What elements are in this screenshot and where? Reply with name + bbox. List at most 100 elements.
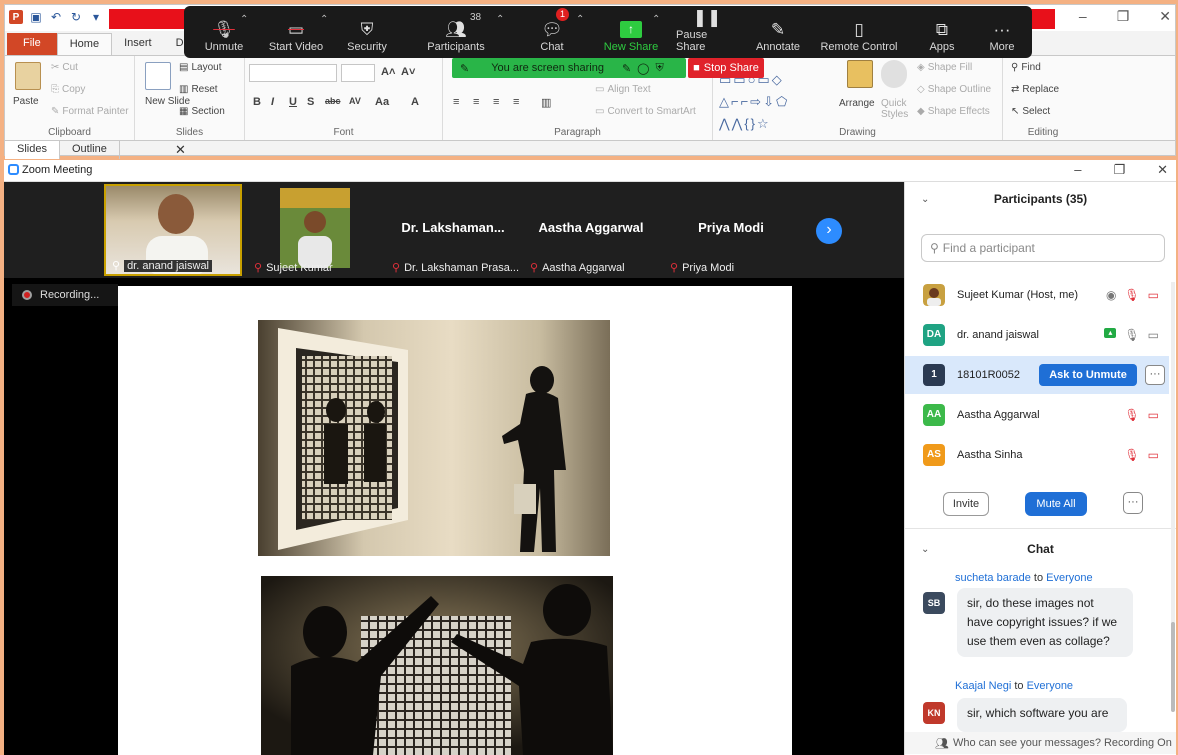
zoom-meeting-window: Zoom Meeting – ❐ ✕ ⚲ dr. anand jaiswal ⚲ S… — [4, 160, 1176, 755]
video-tile[interactable]: Priya Modi ⚲ Priya Modi — [664, 184, 798, 276]
justify-icon[interactable]: ≡ — [513, 96, 519, 108]
select-button[interactable]: ↖ Select — [1011, 106, 1050, 117]
tab-outline[interactable]: Outline — [60, 141, 120, 159]
ask-to-unmute-button[interactable]: Ask to Unmute — [1039, 364, 1137, 386]
layout-button[interactable]: ▤ Layout — [179, 62, 221, 73]
save-icon[interactable]: ▣ — [29, 10, 43, 24]
undo-icon[interactable]: ↶ — [49, 10, 63, 24]
pin-icon[interactable]: ✎ — [622, 62, 631, 75]
restore-icon[interactable]: ❐ — [1117, 8, 1130, 25]
columns-icon[interactable]: ▥ — [541, 96, 551, 109]
close-icon[interactable]: ✕ — [1159, 8, 1171, 25]
tab-file[interactable]: File — [7, 33, 57, 55]
align-right-icon[interactable]: ≡ — [493, 96, 499, 108]
apps-button[interactable]: ⧉ Apps — [922, 6, 962, 58]
quick-styles-button[interactable]: Quick Styles — [881, 98, 911, 120]
section-button[interactable]: ▦ Section — [179, 106, 225, 117]
font-name-combo[interactable] — [249, 64, 337, 82]
start-video-button[interactable]: ▭ Start Video — [266, 6, 326, 58]
annotate-button[interactable]: ✎ Annotate — [752, 6, 804, 58]
pause-share-button[interactable]: ❚❚ Pause Share — [676, 6, 738, 58]
close-icon[interactable]: ✕ — [1157, 162, 1168, 178]
quick-styles-icon[interactable] — [881, 60, 907, 88]
video-tile[interactable]: Aastha Aggarwal ⚲ Aastha Aggarwal — [524, 184, 658, 276]
mute-all-button[interactable]: Mute All — [1025, 492, 1087, 516]
more-options-button[interactable]: ··· — [1123, 492, 1143, 514]
invite-button[interactable]: Invite — [943, 492, 989, 516]
shapes-gallery-row2[interactable]: △⌐⌐⇨⇩⬠ — [719, 94, 789, 110]
scrollbar-thumb[interactable] — [1171, 622, 1175, 712]
participant-row[interactable]: DA dr. anand jaiswal ▴ 🎙︎ ▭ — [905, 316, 1169, 354]
shadow-icon[interactable]: S — [307, 96, 314, 108]
find-button[interactable]: ⚲ Find — [1011, 62, 1041, 73]
paste-button[interactable]: Paste — [13, 96, 39, 107]
video-tile[interactable]: ⚲ dr. anand jaiswal — [104, 184, 242, 276]
tab-insert[interactable]: Insert — [112, 33, 164, 55]
participant-row[interactable]: AA Aastha Aggarwal 🎙︎ ▭ — [905, 396, 1169, 434]
pencil-icon: ✎ — [770, 20, 786, 39]
mic-muted-icon: ⚲ — [530, 262, 539, 274]
align-left-icon[interactable]: ≡ — [453, 96, 459, 108]
more-options-button[interactable]: ··· — [1145, 365, 1165, 385]
reset-button[interactable]: ▥ Reset — [179, 84, 218, 95]
stop-share-button[interactable]: ■ Stop Share — [688, 58, 764, 78]
char-spacing-icon[interactable]: AV — [349, 96, 361, 106]
font-color-icon[interactable]: A — [411, 96, 419, 108]
chevron-down-icon[interactable]: ⌃ — [652, 14, 660, 25]
restore-icon[interactable]: ❐ — [1113, 162, 1125, 178]
shape-fill-button[interactable]: ◈ Shape Fill — [917, 62, 972, 73]
new-slide-icon[interactable] — [145, 62, 171, 90]
pause-icon: ❚❚ — [692, 8, 722, 27]
more-button[interactable]: ··· More — [982, 6, 1022, 58]
participant-status-icons: 🎙︎ ▭ — [1124, 408, 1159, 422]
next-page-arrow-icon[interactable]: › — [816, 218, 842, 244]
format-painter-button[interactable]: ✎ Format Painter — [51, 106, 129, 117]
video-icon: ▭ — [1147, 328, 1159, 342]
participant-row[interactable]: AS Aastha Sinha 🎙︎ ▭ — [905, 436, 1169, 474]
recording-indicator[interactable]: Recording... — [12, 284, 118, 306]
customize-qat-icon[interactable]: ▾ — [89, 10, 103, 24]
font-size-combo[interactable] — [341, 64, 375, 82]
underline-icon[interactable]: U — [289, 96, 297, 108]
participant-search-input[interactable]: ⚲ Find a participant — [921, 234, 1165, 262]
message-sender[interactable]: sucheta barade — [955, 572, 1031, 584]
shape-effects-button[interactable]: ◆ Shape Effects — [917, 106, 990, 117]
close-pane-icon[interactable]: ✕ — [175, 142, 186, 158]
minimize-icon[interactable]: – — [1074, 162, 1081, 178]
redo-icon[interactable]: ↻ — [69, 10, 83, 24]
message-sender[interactable]: Kaajal Negi — [955, 680, 1011, 692]
video-tile[interactable]: ⚲ Sujeet Kumar — [248, 184, 382, 276]
tab-home[interactable]: Home — [56, 33, 113, 55]
chevron-down-icon[interactable]: ⌃ — [496, 14, 504, 25]
align-text-button[interactable]: ▭ Align Text — [595, 84, 651, 95]
section-icon: ▦ — [179, 106, 189, 117]
change-case-icon[interactable]: Aa — [375, 96, 389, 108]
minimize-icon[interactable]: – — [1079, 8, 1087, 25]
grow-font-icon[interactable]: A˄ — [381, 66, 395, 78]
strikethrough-icon[interactable]: abc — [325, 96, 341, 106]
convert-smartart-button[interactable]: ▭ Convert to SmartArt — [595, 106, 696, 117]
chevron-down-icon[interactable]: ⌃ — [240, 14, 248, 25]
video-tile[interactable]: Dr. Lakshaman... ⚲ Dr. Lakshaman Prasa... — [386, 184, 520, 276]
shield-icon[interactable]: ⛨ — [655, 62, 663, 75]
participant-row-selected[interactable]: 1 18101R0052 Ask to Unmute ··· — [905, 356, 1169, 394]
replace-button[interactable]: ⇄ Replace — [1011, 84, 1059, 95]
shape-outline-button[interactable]: ◇ Shape Outline — [917, 84, 991, 95]
arrange-button[interactable]: Arrange — [839, 98, 875, 109]
italic-icon[interactable]: I — [271, 96, 274, 108]
participant-row[interactable]: Sujeet Kumar (Host, me) ◉ 🎙︎ ▭ — [905, 276, 1169, 314]
chevron-down-icon[interactable]: ⌃ — [320, 14, 328, 25]
info-icon[interactable]: ◯ — [637, 62, 649, 75]
align-center-icon[interactable]: ≡ — [473, 96, 479, 108]
paste-icon[interactable] — [15, 62, 41, 90]
cut-button[interactable]: ✂ Cut — [51, 62, 78, 73]
bold-icon[interactable]: B — [253, 96, 261, 108]
shrink-font-icon[interactable]: A˅ — [401, 66, 415, 78]
remote-control-button[interactable]: ▯ Remote Control — [820, 6, 898, 58]
tab-slides[interactable]: Slides — [5, 141, 60, 159]
chevron-down-icon[interactable]: ⌃ — [576, 14, 584, 25]
copy-button[interactable]: ⎘ Copy — [51, 84, 85, 95]
chat-visibility-footer[interactable]: 👥︎ Who can see your messages? Recording … — [905, 732, 1176, 754]
arrange-icon[interactable] — [847, 60, 873, 88]
security-button[interactable]: ⛨ Security — [342, 6, 392, 58]
